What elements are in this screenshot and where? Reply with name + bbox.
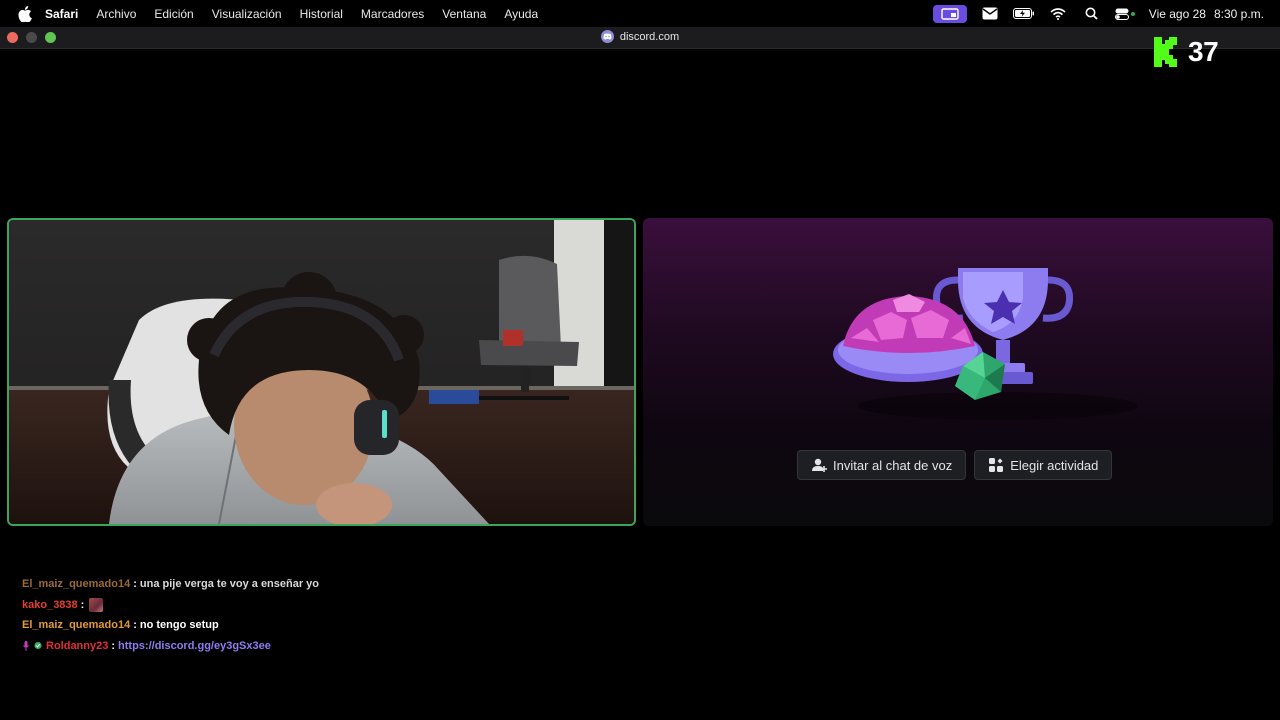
- clock-date: Vie ago 28: [1148, 6, 1206, 21]
- choose-activity-label: Elegir actividad: [1010, 457, 1099, 473]
- discord-favicon-icon: [600, 30, 614, 43]
- chat-text: no tengo setup: [139, 619, 219, 632]
- mail-icon[interactable]: [979, 5, 1001, 23]
- activity-buttons: Invitar al chat de voz Elegir actividad: [797, 450, 1113, 480]
- microphone-badge-icon: [22, 640, 30, 651]
- chat-username[interactable]: kako_3838: [22, 599, 78, 611]
- chat-username[interactable]: El_maiz_quemado14: [22, 619, 130, 631]
- chat-separator: :: [80, 598, 85, 611]
- search-icon[interactable]: [1081, 5, 1103, 23]
- menu-app-safari[interactable]: Safari: [36, 7, 87, 21]
- status-area: Vie ago 28 8:30 p.m.: [932, 0, 1264, 27]
- chat-text: una pije verga te voy a enseñar yo: [139, 578, 320, 591]
- menu-clock[interactable]: Vie ago 28 8:30 p.m.: [1149, 7, 1264, 21]
- url-text: discord.com: [619, 30, 680, 43]
- menu-marcadores[interactable]: Marcadores: [352, 7, 433, 21]
- macos-menu-bar: Safari Archivo Edición Visualización His…: [0, 0, 1280, 27]
- chat-link[interactable]: https://discord.gg/ey3gSx3ee: [118, 640, 271, 652]
- chat-username[interactable]: El_maiz_quemado14: [22, 578, 130, 590]
- activity-grid-icon: [989, 458, 1004, 472]
- chat-separator: :: [133, 619, 137, 632]
- stream-chat-overlay: El_maiz_quemado14 : una pije verga te vo…: [22, 574, 722, 656]
- menu-ayuda[interactable]: Ayuda: [495, 7, 547, 21]
- chat-message: kako_3838 :: [22, 595, 722, 616]
- menu-archivo[interactable]: Archivo: [87, 7, 145, 21]
- menu-historial[interactable]: Historial: [291, 7, 352, 21]
- address-bar[interactable]: discord.com: [0, 30, 1280, 43]
- emote-image: [89, 597, 104, 612]
- control-center-icon[interactable]: [1114, 5, 1137, 23]
- menu-edicion[interactable]: Edición: [145, 7, 202, 21]
- screen-share-icon[interactable]: [932, 4, 967, 23]
- kick-logo-icon: [1154, 37, 1177, 67]
- safari-title-bar: discord.com: [0, 27, 1280, 49]
- chat-username[interactable]: Roldanny23: [46, 640, 108, 652]
- clock-time: 8:30 p.m.: [1213, 6, 1264, 21]
- chat-separator: :: [111, 639, 116, 652]
- chat-separator: :: [133, 578, 137, 591]
- choose-activity-button[interactable]: Elegir actividad: [974, 450, 1113, 480]
- activity-illustration: [833, 268, 1138, 420]
- add-user-icon: [812, 458, 827, 472]
- webcam-video-image: [9, 220, 634, 524]
- menu-ventana[interactable]: Ventana: [433, 7, 495, 21]
- battery-icon[interactable]: [1012, 5, 1035, 23]
- kick-viewer-overlay: 37: [1154, 36, 1219, 68]
- chat-message: El_maiz_quemado14 : no tengo setup: [22, 615, 722, 636]
- webcam-video-tile[interactable]: [7, 218, 636, 526]
- invite-voice-chat-button[interactable]: Invitar al chat de voz: [797, 450, 967, 480]
- menu-visualizacion[interactable]: Visualización: [203, 7, 291, 21]
- invite-voice-chat-label: Invitar al chat de voz: [833, 457, 953, 473]
- verified-badge-icon: [34, 641, 42, 651]
- chat-message: Roldanny23 : https://discord.gg/ey3gSx3e…: [22, 636, 722, 657]
- apple-menu-icon[interactable]: [14, 0, 36, 27]
- chat-message: El_maiz_quemado14 : una pije verga te vo…: [22, 574, 722, 595]
- wifi-icon[interactable]: [1047, 5, 1069, 23]
- viewer-count: 37: [1188, 36, 1219, 67]
- activity-panel: Invitar al chat de voz Elegir actividad: [643, 218, 1273, 526]
